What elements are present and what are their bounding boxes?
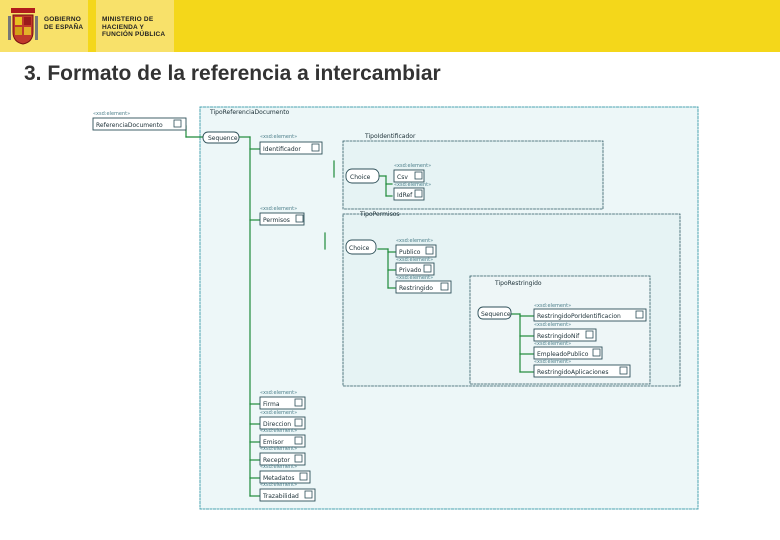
government-name: GOBIERNO DE ESPAÑA bbox=[44, 16, 84, 31]
name-receptor: Receptor bbox=[263, 457, 290, 464]
type-container-identificador bbox=[342, 140, 604, 210]
name-emisor: Emisor bbox=[263, 439, 284, 446]
name-permisos: Permisos bbox=[263, 217, 290, 224]
type-name-referencia: TipoReferenciaDocumento bbox=[209, 109, 290, 116]
stereotype-r-identificacion: «xsd:element» bbox=[534, 303, 571, 309]
type-name-permisos: TipoPermisos bbox=[359, 211, 400, 218]
name-r-nif: RestringidoNif bbox=[537, 333, 580, 340]
name-csv: Csv bbox=[397, 174, 408, 181]
stereotype-privado: «xsd:element» bbox=[396, 257, 433, 263]
name-firma: Firma bbox=[263, 401, 280, 408]
slide-title: 3. Formato de la referencia a intercambi… bbox=[24, 62, 441, 85]
xml-schema-diagram: «xsd:element» ReferenciaDocumento TipoRe… bbox=[92, 106, 699, 510]
stereotype-restringido: «xsd:element» bbox=[396, 275, 433, 281]
name-r-identificacion: RestringidoPorIdentificacion bbox=[537, 313, 621, 320]
stereotype-metadatos: «xsd:element» bbox=[260, 464, 297, 470]
stereotype-receptor: «xsd:element» bbox=[260, 446, 297, 452]
name-publico: Publico bbox=[399, 249, 421, 256]
stereotype-empleado: «xsd:element» bbox=[534, 341, 571, 347]
stereotype-direccion: «xsd:element» bbox=[260, 410, 297, 416]
sequence-label-root: Sequence bbox=[208, 135, 238, 142]
name-empleado: EmpleadoPublico bbox=[537, 351, 589, 358]
header-banner: GOBIERNO DE ESPAÑA MINISTERIO DE HACIEND… bbox=[0, 0, 780, 52]
stereotype-trazabilidad: «xsd:element» bbox=[260, 482, 297, 488]
stereotype-csv: «xsd:element» bbox=[394, 163, 431, 169]
name-r-aplicaciones: RestringidoAplicaciones bbox=[537, 369, 608, 376]
type-name-restringido: TipoRestringido bbox=[494, 280, 542, 287]
name-trazabilidad: Trazabilidad bbox=[262, 493, 299, 500]
stereotype-r-nif: «xsd:element» bbox=[534, 322, 571, 328]
stereotype-referencia: «xsd:element» bbox=[93, 111, 130, 117]
choice-label-identificador: Choice bbox=[350, 174, 371, 181]
stereotype-emisor: «xsd:element» bbox=[260, 428, 297, 434]
name-identificador: Identificador bbox=[263, 146, 301, 153]
stereotype-identificador: «xsd:element» bbox=[260, 134, 297, 140]
ministry-name: MINISTERIO DE HACIENDA Y FUNCIÓN PÚBLICA bbox=[102, 16, 166, 38]
stereotype-permisos: «xsd:element» bbox=[260, 206, 297, 212]
stereotype-firma: «xsd:element» bbox=[260, 390, 297, 396]
type-name-identificador: TipoIdentificador bbox=[364, 133, 416, 140]
name-idref: IdRef bbox=[397, 192, 413, 199]
name-referencia: ReferenciaDocumento bbox=[96, 122, 163, 129]
name-metadatos: Metadatos bbox=[263, 475, 295, 482]
name-restringido: Restringido bbox=[399, 285, 433, 292]
sequence-label-restringido: Sequence bbox=[481, 311, 511, 318]
coat-of-arms-icon bbox=[8, 8, 38, 45]
name-direccion: Direccion bbox=[263, 421, 291, 428]
choice-label-permisos: Choice bbox=[349, 245, 370, 252]
stereotype-idref: «xsd:element» bbox=[394, 182, 431, 188]
stereotype-r-aplicaciones: «xsd:element» bbox=[534, 359, 571, 365]
name-privado: Privado bbox=[399, 267, 422, 274]
stereotype-publico: «xsd:element» bbox=[396, 238, 433, 244]
